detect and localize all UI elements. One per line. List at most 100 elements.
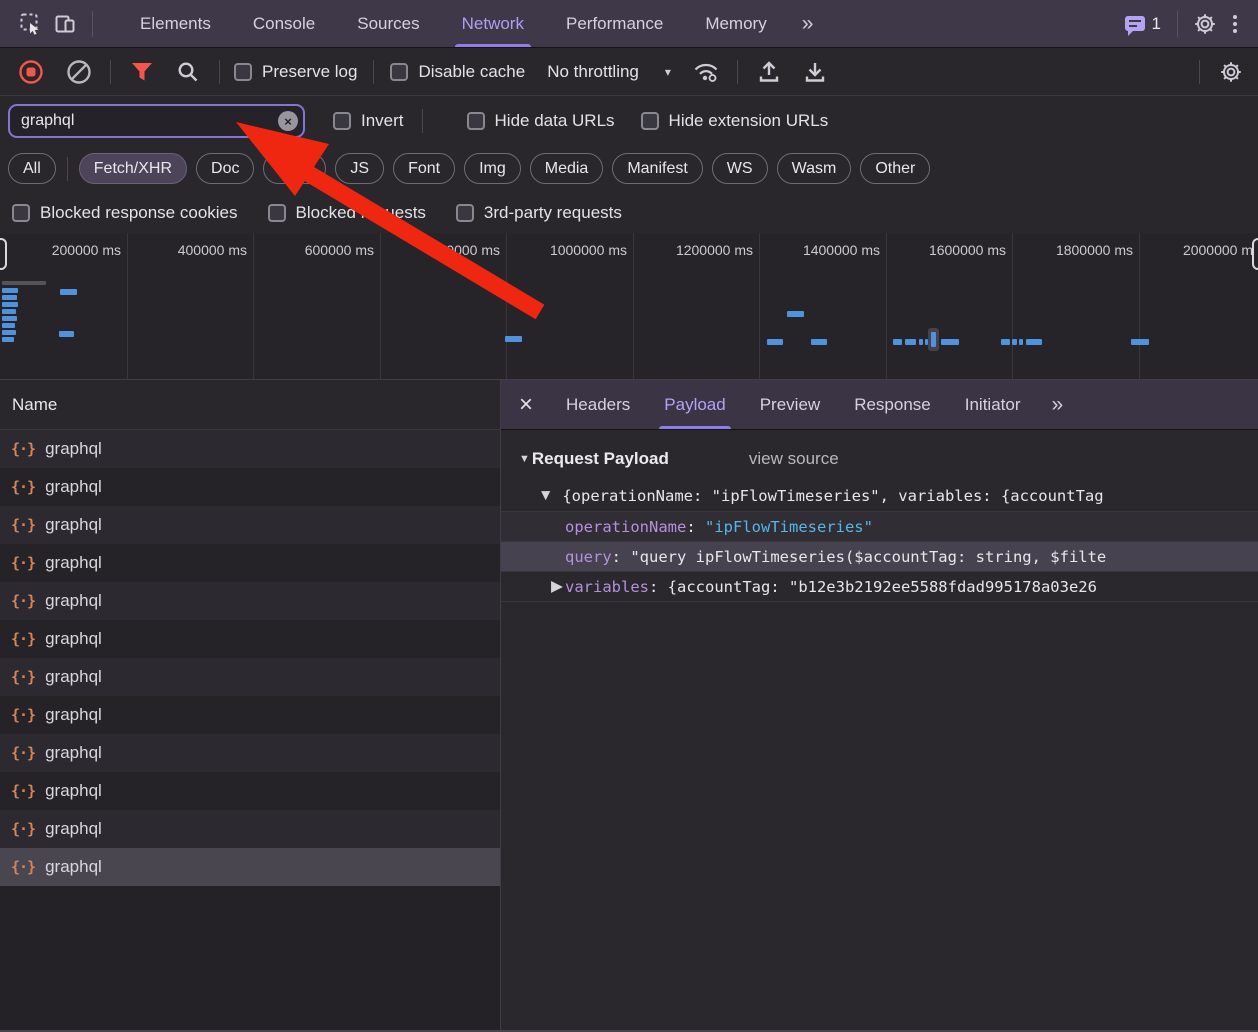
clear-network-log-icon[interactable]: [62, 55, 96, 89]
timeline-bar: [2, 295, 17, 300]
tick-label: 1600000 ms: [929, 242, 1006, 258]
divider: [737, 60, 738, 84]
inspect-element-icon[interactable]: [14, 7, 48, 41]
disable-cache-checkbox[interactable]: [390, 63, 408, 81]
chip-other[interactable]: Other: [860, 153, 930, 184]
payload-panel: ▼ Request Payload view source ▼ {operati…: [501, 430, 1258, 602]
timeline-overview[interactable]: 200000 ms 400000 ms 600000 ms 800000 ms …: [0, 233, 1258, 380]
json-braces-icon: {·}: [11, 630, 35, 648]
request-row[interactable]: {·}graphql: [0, 544, 500, 582]
timeline-bar: [893, 339, 902, 345]
more-tabs-icon[interactable]: »: [788, 12, 826, 36]
request-row-selected[interactable]: {·}graphql: [0, 848, 500, 886]
third-party-requests-checkbox[interactable]: [456, 204, 474, 222]
more-detail-tabs-icon[interactable]: »: [1038, 393, 1076, 417]
network-settings-gear-icon[interactable]: [1214, 55, 1248, 89]
chip-all[interactable]: All: [8, 153, 56, 184]
chip-doc[interactable]: Doc: [196, 153, 254, 184]
request-row[interactable]: {·}graphql: [0, 658, 500, 696]
timeline-bar: [941, 339, 959, 345]
payload-row-variables[interactable]: ▶ variables: {accountTag: "b12e3b2192ee5…: [501, 571, 1258, 601]
tab-console[interactable]: Console: [232, 0, 336, 47]
request-row[interactable]: {·}graphql: [0, 506, 500, 544]
chip-font[interactable]: Font: [393, 153, 455, 184]
network-toolbar: Preserve log Disable cache No throttling…: [0, 48, 1258, 96]
json-braces-icon: {·}: [11, 858, 35, 876]
timeline-bar: [59, 331, 74, 337]
hide-extension-urls-checkbox[interactable]: [641, 112, 659, 130]
tab-network[interactable]: Network: [441, 0, 545, 47]
tab-payload[interactable]: Payload: [647, 380, 742, 429]
chip-img[interactable]: Img: [464, 153, 521, 184]
divider: [92, 11, 93, 37]
request-row[interactable]: {·}graphql: [0, 810, 500, 848]
hide-data-urls-checkbox[interactable]: [467, 112, 485, 130]
network-main: Name {·}graphql {·}graphql {·}graphql {·…: [0, 380, 1258, 1030]
search-icon[interactable]: [171, 55, 205, 89]
import-har-icon[interactable]: [752, 55, 786, 89]
issues-counter[interactable]: 1: [1125, 14, 1161, 34]
tab-initiator[interactable]: Initiator: [948, 380, 1038, 429]
request-row[interactable]: {·}graphql: [0, 468, 500, 506]
request-row[interactable]: {·}graphql: [0, 696, 500, 734]
payload-row-query[interactable]: query: "query ipFlowTimeseries($accountT…: [501, 541, 1258, 571]
close-detail-icon[interactable]: ×: [501, 393, 549, 417]
divider: [1199, 60, 1200, 84]
preserve-log-checkbox[interactable]: [234, 63, 252, 81]
timeline-bar: [1026, 339, 1042, 345]
timeline-left-handle[interactable]: [0, 238, 7, 270]
invert-checkbox[interactable]: [333, 112, 351, 130]
settings-gear-icon[interactable]: [1188, 7, 1222, 41]
json-braces-icon: {·}: [11, 478, 35, 496]
blocked-requests-label: Blocked requests: [296, 203, 426, 223]
timeline-bar: [2, 302, 18, 307]
json-braces-icon: {·}: [11, 516, 35, 534]
tick-label: 1800000 ms: [1056, 242, 1133, 258]
chip-wasm[interactable]: Wasm: [777, 153, 852, 184]
collapse-triangle-icon[interactable]: ▼: [519, 453, 530, 465]
tab-sources[interactable]: Sources: [336, 0, 440, 47]
chip-js[interactable]: JS: [335, 153, 384, 184]
export-har-icon[interactable]: [798, 55, 832, 89]
tick-label: 1000000 ms: [550, 242, 627, 258]
chip-ws[interactable]: WS: [712, 153, 768, 184]
hide-extension-urls-label: Hide extension URLs: [669, 111, 829, 131]
request-row[interactable]: {·}graphql: [0, 582, 500, 620]
menu-dots-icon[interactable]: [1222, 15, 1248, 33]
chip-manifest[interactable]: Manifest: [612, 153, 702, 184]
divider: [1177, 11, 1178, 37]
name-column-header[interactable]: Name: [0, 380, 500, 430]
chip-css[interactable]: CSS: [263, 153, 326, 184]
caret-down-icon: ▾: [665, 65, 671, 79]
filter-input[interactable]: [8, 104, 305, 138]
chip-media[interactable]: Media: [530, 153, 604, 184]
blocked-requests-checkbox[interactable]: [268, 204, 286, 222]
timeline-bar: [931, 332, 936, 347]
clear-filter-icon[interactable]: ×: [278, 111, 298, 131]
expand-triangle-icon[interactable]: ▶: [551, 577, 563, 596]
request-payload-title: Request Payload: [532, 449, 669, 469]
request-row[interactable]: {·}graphql: [0, 430, 500, 468]
filter-funnel-icon[interactable]: [125, 55, 159, 89]
request-row[interactable]: {·}graphql: [0, 734, 500, 772]
tab-preview[interactable]: Preview: [743, 380, 837, 429]
timeline-right-handle[interactable]: [1252, 238, 1258, 270]
chip-fetch-xhr[interactable]: Fetch/XHR: [79, 153, 187, 184]
tab-memory[interactable]: Memory: [684, 0, 787, 47]
divider: [219, 60, 220, 84]
divider: [67, 157, 68, 181]
throttling-select[interactable]: No throttling ▾: [547, 62, 671, 82]
tab-response[interactable]: Response: [837, 380, 948, 429]
network-conditions-icon[interactable]: [689, 55, 723, 89]
payload-root-node[interactable]: ▼ {operationName: "ipFlowTimeseries", va…: [501, 481, 1258, 511]
tab-elements[interactable]: Elements: [119, 0, 232, 47]
device-toolbar-icon[interactable]: [48, 7, 82, 41]
blocked-response-cookies-checkbox[interactable]: [12, 204, 30, 222]
tab-performance[interactable]: Performance: [545, 0, 684, 47]
request-row[interactable]: {·}graphql: [0, 620, 500, 658]
tab-headers[interactable]: Headers: [549, 380, 647, 429]
record-network-log-icon[interactable]: [14, 55, 48, 89]
view-source-link[interactable]: view source: [749, 449, 839, 469]
payload-row-operationName[interactable]: operationName: "ipFlowTimeseries": [501, 511, 1258, 541]
request-row[interactable]: {·}graphql: [0, 772, 500, 810]
